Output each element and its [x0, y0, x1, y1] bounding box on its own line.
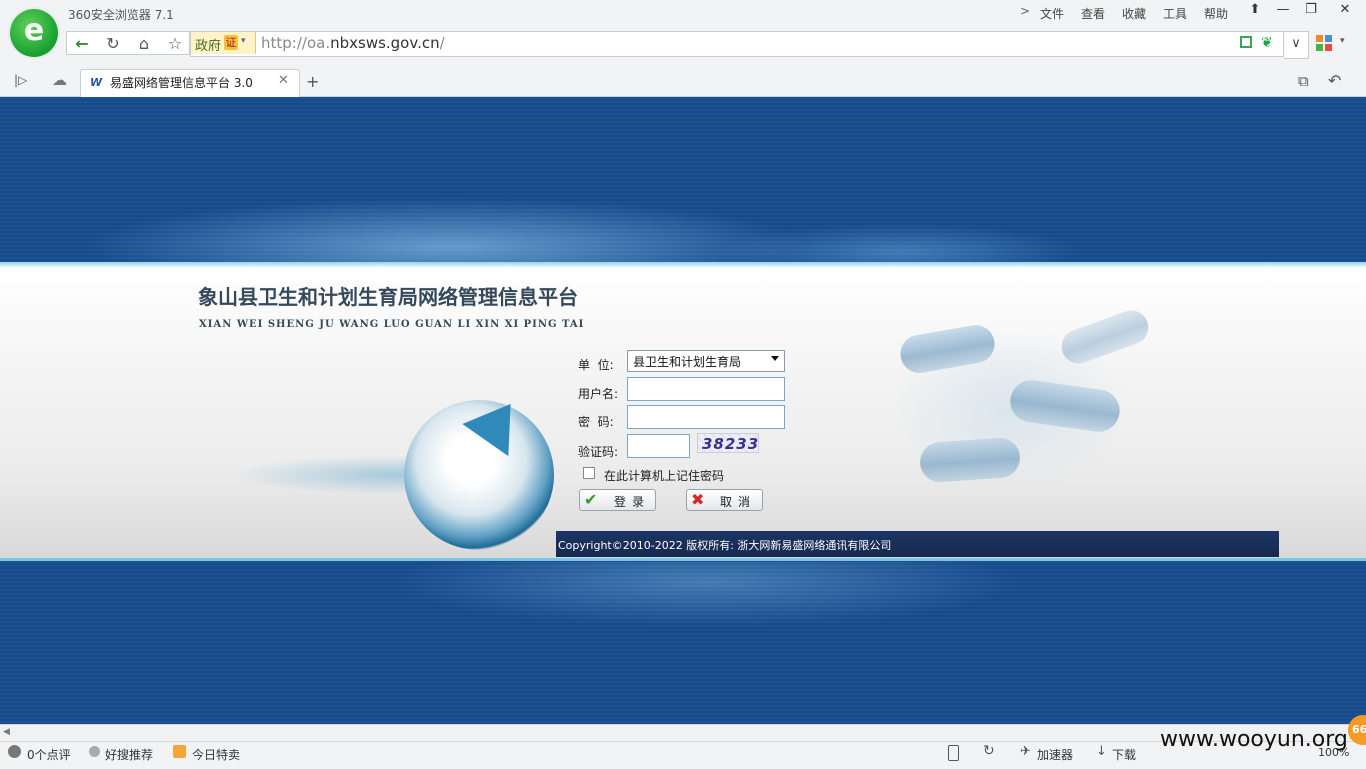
- restore-tabs-icon[interactable]: ⧉: [1298, 72, 1309, 90]
- check-icon: ✔: [584, 490, 598, 509]
- copyright-text: Copyright©2010-2022 版权所有: 浙大网新易盛网络通讯有限公司: [558, 539, 892, 552]
- qr-code-icon[interactable]: [1240, 36, 1252, 48]
- remember-checkbox[interactable]: [583, 467, 595, 479]
- tab-title[interactable]: 易盛网络管理信息平台 3.0: [110, 74, 253, 91]
- unit-label: 单 位:: [578, 358, 614, 372]
- download-icon[interactable]: ↓: [1096, 744, 1107, 759]
- recommend-icon[interactable]: [89, 746, 100, 757]
- password-label: 密 码:: [578, 415, 614, 429]
- app-title: 360安全浏览器 7.1: [68, 8, 174, 22]
- captcha-input[interactable]: [627, 434, 690, 458]
- cloud-icon[interactable]: ☁: [52, 71, 67, 89]
- unit-select[interactable]: 县卫生和计划生育局: [627, 350, 785, 372]
- mobile-icon[interactable]: [948, 745, 959, 761]
- new-tab-button[interactable]: +: [306, 72, 319, 91]
- captcha-label: 验证码:: [578, 445, 619, 459]
- cancel-button-label: 取消: [720, 495, 757, 509]
- captcha-text: 38233: [702, 435, 760, 453]
- accelerator-link[interactable]: 加速器: [1037, 746, 1073, 763]
- browser-titlebar: [0, 0, 1366, 28]
- gov-badge-text: 政府: [195, 39, 222, 54]
- page-lower-graphic: [186, 562, 1180, 688]
- download-link[interactable]: 下载: [1112, 746, 1136, 763]
- tab-close-icon[interactable]: ✕: [278, 73, 289, 88]
- page-title: 象山县卫生和计划生育局网络管理信息平台: [198, 285, 578, 309]
- apps-caret-icon[interactable]: ▾: [1340, 36, 1345, 46]
- unit-select-value: 县卫生和计划生育局: [633, 355, 742, 369]
- cross-icon: ✖: [691, 490, 705, 509]
- back-arrow-icon[interactable]: ←: [70, 33, 94, 55]
- menu-favorites[interactable]: 收藏: [1122, 5, 1146, 22]
- username-input[interactable]: [627, 377, 785, 401]
- password-input[interactable]: [627, 405, 785, 429]
- apps-grid-icon[interactable]: [1316, 35, 1332, 51]
- url-text[interactable]: http://oa.nbxsws.gov.cn/: [261, 34, 445, 52]
- daily-deal-link[interactable]: 今日特卖: [192, 746, 240, 763]
- username-label: 用户名:: [578, 387, 619, 401]
- menu-file[interactable]: 文件: [1040, 5, 1064, 22]
- captcha-image[interactable]: 38233: [697, 433, 759, 453]
- leaf-icon[interactable]: ❦: [1261, 35, 1273, 51]
- remember-label[interactable]: 在此计算机上记住密码: [604, 467, 724, 484]
- url-host: nbxsws.gov.cn: [330, 34, 440, 52]
- capsules-graphic: [860, 290, 1200, 540]
- page-header-graphic: [0, 97, 1366, 262]
- comments-count[interactable]: 0个点评: [27, 746, 71, 763]
- home-icon[interactable]: ⌂: [132, 33, 156, 55]
- menu-view[interactable]: 查看: [1081, 5, 1105, 22]
- gov-badge-caret-icon: ▾: [241, 36, 246, 46]
- recommend-link[interactable]: 好搜推荐: [105, 746, 153, 763]
- url-suffix: /: [439, 34, 445, 52]
- close-window-button[interactable]: ✕: [1328, 0, 1362, 20]
- refresh-icon[interactable]: ↻: [101, 33, 125, 55]
- plane-icon[interactable]: ✈: [1020, 744, 1031, 759]
- scroll-left-icon[interactable]: ◀: [3, 727, 10, 737]
- menu-expand-icon[interactable]: >: [1020, 4, 1030, 18]
- login-button-label: 登录: [614, 495, 651, 509]
- speed-icon[interactable]: ↻: [983, 743, 995, 759]
- cert-icon: 证: [224, 35, 238, 50]
- url-prefix: http://oa.: [261, 34, 331, 52]
- gift-icon[interactable]: [173, 745, 186, 758]
- menu-help[interactable]: 帮助: [1204, 5, 1228, 22]
- sidebar-toggle-icon[interactable]: |▷: [14, 73, 27, 87]
- select-caret-icon: [771, 356, 779, 361]
- gov-site-badge[interactable]: 政府 证 ▾: [191, 32, 256, 54]
- address-dropdown-icon[interactable]: ∨: [1284, 31, 1309, 59]
- comment-icon[interactable]: [8, 745, 21, 758]
- cancel-button[interactable]: ✖ 取消: [686, 489, 763, 511]
- page-subtitle: XIAN WEI SHENG JU WANG LUO GUAN LI XIN X…: [199, 319, 585, 330]
- undo-close-tab-icon[interactable]: ↶: [1328, 71, 1341, 90]
- menu-tools[interactable]: 工具: [1163, 5, 1187, 22]
- restore-button[interactable]: ❐: [1294, 0, 1328, 20]
- tab-favicon-icon: W: [90, 76, 103, 89]
- watermark-text: www.wooyun.org: [1160, 727, 1348, 752]
- favorite-star-icon[interactable]: ☆: [163, 33, 187, 55]
- browser-logo-icon[interactable]: e: [10, 9, 58, 57]
- login-button[interactable]: ✔ 登录: [579, 489, 656, 511]
